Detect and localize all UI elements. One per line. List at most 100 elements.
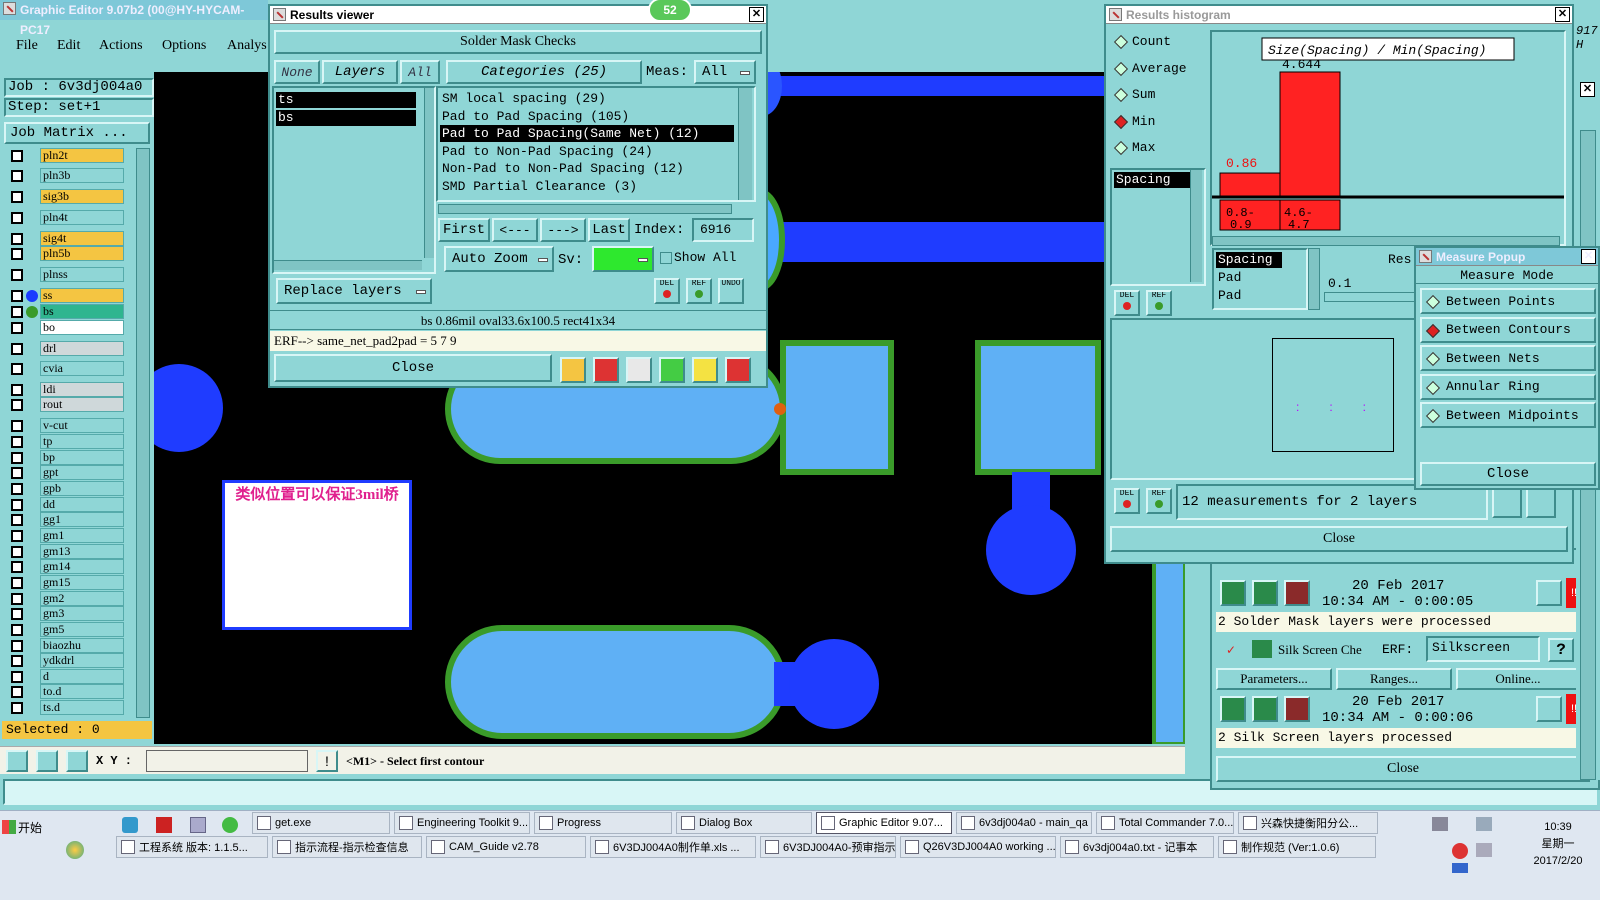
- layer-name[interactable]: gm13: [40, 544, 124, 559]
- radio-icon[interactable]: [1113, 61, 1129, 76]
- taskbar-item[interactable]: Engineering Toolkit 9....: [394, 812, 530, 834]
- layer-row[interactable]: bp: [9, 450, 125, 465]
- layer-row[interactable]: pln2t: [9, 148, 125, 163]
- menu-analysis[interactable]: Analys: [227, 38, 267, 54]
- hist-export-icon[interactable]: [1492, 488, 1522, 518]
- meas-dropdown[interactable]: All: [694, 60, 756, 84]
- rv-layer-vscroll[interactable]: [424, 88, 434, 258]
- run-all-icon-2[interactable]: [1252, 696, 1278, 722]
- layer-row[interactable]: ss: [9, 288, 125, 303]
- rv-close-x-icon[interactable]: ✕: [749, 7, 764, 22]
- rv-layer-item[interactable]: bs: [276, 110, 416, 126]
- erf-field[interactable]: Silkscreen: [1426, 636, 1540, 662]
- radio-icon[interactable]: [1425, 380, 1441, 395]
- prev-button[interactable]: <---: [492, 218, 538, 242]
- layer-name[interactable]: drl: [40, 341, 124, 356]
- layers-button[interactable]: Layers: [322, 60, 398, 84]
- calc-icon[interactable]: [190, 817, 206, 833]
- clock[interactable]: 10:39 星期一 2017/2/20: [1520, 815, 1596, 871]
- none-button[interactable]: None: [274, 60, 320, 84]
- hist-close-x-icon[interactable]: ✕: [1555, 7, 1570, 22]
- layer-name[interactable]: gg1: [40, 512, 124, 527]
- layer-row[interactable]: gm5: [9, 622, 125, 637]
- rv-tool-4-icon[interactable]: [659, 357, 685, 383]
- replace-layers-dropdown[interactable]: Replace layers: [276, 278, 432, 304]
- hist-option-min[interactable]: Min: [1110, 110, 1206, 134]
- last-button[interactable]: Last: [588, 218, 630, 242]
- layer-row[interactable]: ydkdrl: [9, 653, 125, 668]
- taskbar-item[interactable]: 6V3DJ004A0制作单.xls ...: [590, 836, 756, 858]
- info-icon[interactable]: !: [316, 750, 338, 772]
- ie-icon[interactable]: [222, 817, 238, 833]
- category-item[interactable]: Pad to Non-Pad Spacing (24): [440, 143, 734, 160]
- layer-checkbox[interactable]: [11, 399, 23, 411]
- layer-name[interactable]: d: [40, 669, 124, 684]
- layer-name[interactable]: pln5b: [40, 246, 124, 261]
- res-slider[interactable]: [1324, 292, 1424, 302]
- ranges-button[interactable]: Ranges...: [1336, 668, 1452, 690]
- layer-name[interactable]: v-cut: [40, 418, 124, 433]
- layer-row[interactable]: biaozhu: [9, 638, 125, 653]
- layer-name[interactable]: ydkdrl: [40, 653, 124, 668]
- hist-del-icon-2[interactable]: DEL: [1114, 488, 1140, 514]
- category-item[interactable]: Pad to Pad Spacing (105): [440, 108, 734, 125]
- layer-checkbox[interactable]: [11, 420, 23, 432]
- mp-close-x-icon[interactable]: ✕: [1581, 249, 1596, 264]
- layer-row[interactable]: gg1: [9, 512, 125, 527]
- radio-icon[interactable]: [1425, 323, 1441, 338]
- layer-name[interactable]: dd: [40, 497, 124, 512]
- taskbar-item[interactable]: 制作规范 (Ver:1.0.6): [1218, 836, 1376, 858]
- taskbar-item[interactable]: CAM_Guide v2.78: [426, 836, 586, 858]
- parameters-button[interactable]: Parameters...: [1216, 668, 1332, 690]
- hist-ref-icon-2[interactable]: REF: [1146, 488, 1172, 514]
- rv-undo-icon[interactable]: UNDO: [718, 278, 744, 304]
- layer-name[interactable]: gm14: [40, 559, 124, 574]
- layer-checkbox[interactable]: [11, 640, 23, 652]
- layer-name[interactable]: to.d: [40, 684, 124, 699]
- run-icon[interactable]: [1220, 580, 1246, 606]
- layer-row[interactable]: drl: [9, 341, 125, 356]
- taskbar-item[interactable]: 6v3dj004a0 - main_qa: [956, 812, 1092, 834]
- layer-checkbox[interactable]: [11, 436, 23, 448]
- layer-row[interactable]: gm2: [9, 591, 125, 606]
- layer-name[interactable]: bo: [40, 320, 124, 335]
- radio-icon[interactable]: [1113, 114, 1129, 129]
- layer-row[interactable]: to.d: [9, 684, 125, 699]
- job-matrix-button[interactable]: Job Matrix ...: [4, 122, 150, 144]
- stop-icon-2[interactable]: [1284, 696, 1310, 722]
- hist-chart-hscroll[interactable]: [1212, 236, 1560, 246]
- taskbar-item[interactable]: get.exe: [252, 812, 390, 834]
- layer-name[interactable]: plnss: [40, 267, 124, 282]
- start-button[interactable]: 开始: [2, 815, 54, 839]
- taskbar-item[interactable]: 工程系统 版本: 1.1.5...: [116, 836, 268, 858]
- radio-icon[interactable]: [1425, 294, 1441, 310]
- run-icon-2[interactable]: [1220, 696, 1246, 722]
- layer-name[interactable]: biaozhu: [40, 638, 124, 653]
- rv-chart-icon[interactable]: [725, 357, 751, 383]
- taskbar-item[interactable]: 6v3dj004a0.txt - 记事本: [1060, 836, 1214, 858]
- layer-row[interactable]: v-cut: [9, 418, 125, 433]
- layer-row[interactable]: gm13: [9, 544, 125, 559]
- layer-name[interactable]: bp: [40, 450, 124, 465]
- hist-ref-icon[interactable]: REF: [1146, 290, 1172, 316]
- radio-icon[interactable]: [1425, 408, 1441, 424]
- layer-name[interactable]: pln2t: [40, 148, 124, 163]
- layer-checkbox[interactable]: [11, 170, 23, 182]
- layer-checkbox[interactable]: [11, 530, 23, 542]
- measure-icon[interactable]: [36, 750, 58, 772]
- run-all-icon[interactable]: [1252, 580, 1278, 606]
- layer-row[interactable]: bs: [9, 304, 125, 319]
- taskbar-item[interactable]: Graphic Editor 9.07...: [816, 812, 952, 834]
- layer-name[interactable]: sig4t: [40, 231, 124, 246]
- layer-row[interactable]: tp: [9, 434, 125, 449]
- layer-checkbox[interactable]: [11, 483, 23, 495]
- stop-icon[interactable]: [1284, 580, 1310, 606]
- rv-ref-icon[interactable]: REF: [686, 278, 712, 304]
- layer-name[interactable]: gm5: [40, 622, 124, 637]
- layer-checkbox[interactable]: [11, 608, 23, 620]
- layer-checkbox[interactable]: [11, 322, 23, 334]
- measure-mode-between-contours[interactable]: Between Contours: [1420, 316, 1596, 343]
- radio-icon[interactable]: [1113, 87, 1129, 103]
- layer-checkbox[interactable]: [11, 233, 23, 245]
- layer-checkbox[interactable]: [11, 702, 23, 714]
